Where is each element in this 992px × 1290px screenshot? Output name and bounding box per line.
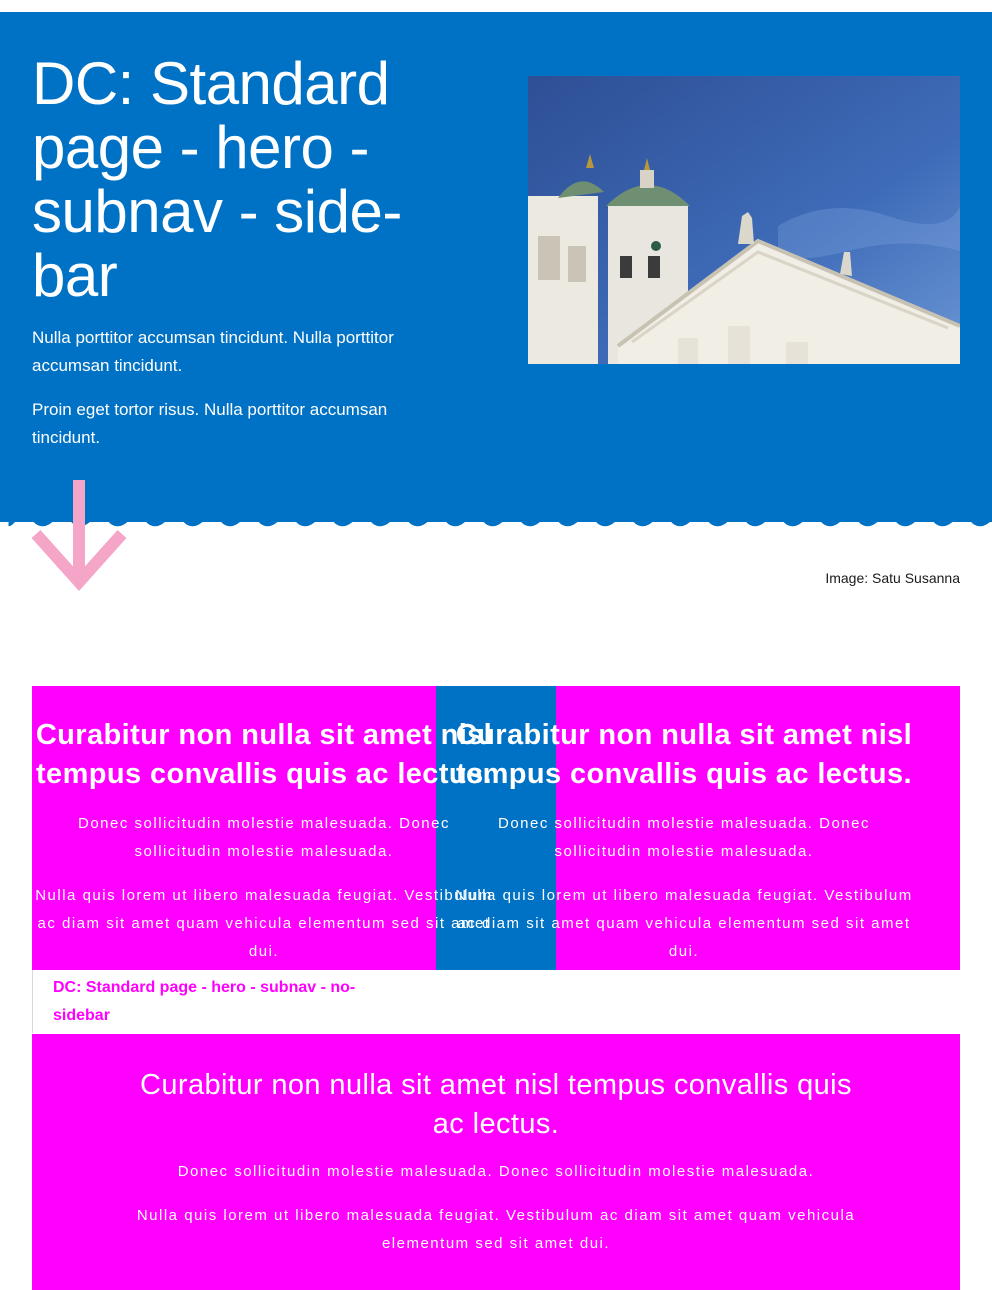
card-1-paragraph-2: Nulla quis lorem ut libero malesuada feu… xyxy=(35,887,493,960)
subnav-link-no-sidebar[interactable]: DC: Standard page - hero - subnav - no-s… xyxy=(53,974,373,1030)
card-2-paragraph-1: Donec sollicitudin molestie malesuada. D… xyxy=(498,815,870,860)
band-paragraph-1: Donec sollicitudin molestie malesuada. D… xyxy=(177,1163,815,1180)
hero-image-cathedral xyxy=(528,76,960,364)
band-paragraph-2: Nulla quis lorem ut libero malesuada feu… xyxy=(136,1207,856,1252)
cathedral-illustration xyxy=(528,76,960,364)
band-heading: Curabitur non nulla sit amet nisl tempus… xyxy=(140,1069,852,1140)
card-2-paragraph-2: Nulla quis lorem ut libero malesuada feu… xyxy=(455,887,913,960)
subnav: DC: Standard page - hero - subnav - no-s… xyxy=(32,970,960,1033)
hero-intro-paragraph: Nulla porttitor accumsan tincidunt. Null… xyxy=(32,328,394,375)
scroll-down-arrow-icon[interactable] xyxy=(32,480,126,592)
card-1-heading: Curabitur non nulla sit amet nisl tempus… xyxy=(35,719,493,790)
card-2-heading: Curabitur non nulla sit amet nisl tempus… xyxy=(455,719,913,790)
image-caption: Image: Satu Susanna xyxy=(825,570,960,586)
hero-wave-divider xyxy=(0,510,992,527)
card-1-paragraph-1: Donec sollicitudin molestie malesuada. D… xyxy=(78,815,450,860)
hero-secondary-paragraph: Proin eget tortor risus. Nulla porttitor… xyxy=(32,400,388,447)
page-title: DC: Standard page - hero - subnav - side… xyxy=(32,50,402,309)
